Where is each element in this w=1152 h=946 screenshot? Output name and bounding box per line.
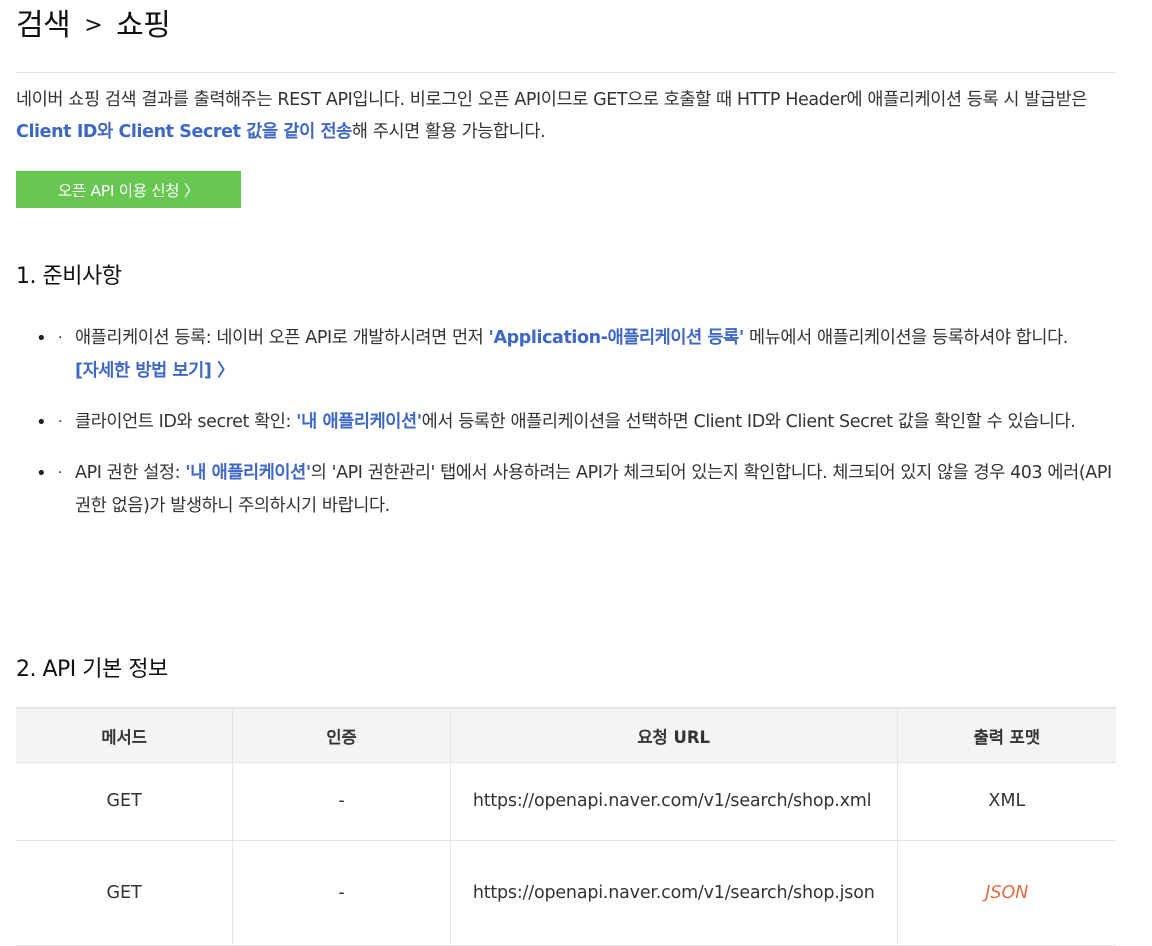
api-info-table: 메서드 인증 요청 URL 출력 포맷 GET - https://openap… (16, 707, 1116, 946)
cell-auth: - (232, 762, 451, 841)
table-row: GET - https://openapi.naver.com/v1/searc… (16, 762, 1116, 841)
title-divider (16, 72, 1116, 73)
intro-paragraph: 네이버 쇼핑 검색 결과를 출력해주는 REST API입니다. 비로그인 오픈… (16, 84, 1116, 148)
cell-auth: - (232, 840, 451, 946)
app-register-link[interactable]: 'Application-애플리케이션 등록' (489, 328, 745, 348)
list-item-label: API 권한 설정: (75, 463, 186, 483)
cell-request-url: https://openapi.naver.com/v1/search/shop… (450, 840, 898, 946)
dot-icon: · (58, 330, 63, 346)
breadcrumb-current: 쇼핑 (116, 8, 171, 43)
list-item-text: 에서 등록한 애플리케이션을 선택하면 Client ID와 Client Se… (421, 412, 1076, 432)
header-auth: 인증 (232, 707, 451, 763)
cell-method: GET (16, 762, 234, 841)
dot-icon: · (58, 465, 63, 481)
breadcrumb: 검색 > 쇼핑 (16, 0, 171, 44)
header-request-url: 요청 URL (450, 707, 898, 763)
section-title-requirements: 1. 준비사항 (16, 264, 122, 289)
breadcrumb-separator: > (84, 13, 103, 38)
list-item-text: 메뉴에서 애플리케이션을 등록하셔야 합니다. (743, 328, 1068, 348)
intro-highlight: Client ID와 Client Secret 값을 같이 전송 (16, 122, 352, 142)
cell-request-url: https://openapi.naver.com/v1/search/shop… (450, 762, 898, 841)
list-item: • · API 권한 설정: '내 애플리케이션'의 'API 권한관리' 탭에서… (36, 457, 1116, 523)
header-output-format: 출력 포맷 (897, 707, 1116, 763)
my-applications-link[interactable]: '내 애플리케이션' (185, 463, 311, 483)
detail-guide-link[interactable]: [자세한 방법 보기] 〉 (75, 361, 235, 381)
my-applications-link[interactable]: '내 애플리케이션' (296, 412, 422, 432)
section-title-api-info: 2. API 기본 정보 (16, 657, 168, 682)
list-item-label: 클라이언트 ID와 secret 확인: (75, 412, 297, 432)
bullet-icon: • (36, 328, 47, 349)
cell-output-format: JSON (897, 840, 1116, 946)
list-item-label: 애플리케이션 등록: 네이버 오픈 API로 개발하시려면 먼저 (75, 328, 489, 348)
intro-text: 네이버 쇼핑 검색 결과를 출력해주는 REST API입니다. 비로그인 오픈… (16, 90, 1087, 110)
bullet-icon: • (36, 412, 47, 433)
bullet-icon: • (36, 463, 47, 484)
requirements-list: • · 애플리케이션 등록: 네이버 오픈 API로 개발하시려면 먼저 'App… (36, 322, 1116, 541)
list-item: • · 클라이언트 ID와 secret 확인: '내 애플리케이션'에서 등록한… (36, 406, 1116, 439)
page: 검색 > 쇼핑 네이버 쇼핑 검색 결과를 출력해주는 REST API입니다. 비… (0, 0, 1152, 946)
cell-output-format: XML (897, 762, 1116, 841)
table-row: GET - https://openapi.naver.com/v1/searc… (16, 840, 1116, 946)
cell-method: GET (16, 840, 234, 946)
intro-text-end: 해 주시면 활용 가능합니다. (351, 122, 546, 142)
dot-icon: · (58, 414, 63, 430)
table-header-row: 메서드 인증 요청 URL 출력 포맷 (16, 707, 1116, 763)
breadcrumb-parent[interactable]: 검색 (16, 8, 71, 43)
list-item: • · 애플리케이션 등록: 네이버 오픈 API로 개발하시려면 먼저 'App… (36, 322, 1116, 388)
header-method: 메서드 (16, 707, 234, 763)
apply-open-api-button[interactable]: 오픈 API 이용 신청 〉 (16, 171, 241, 208)
